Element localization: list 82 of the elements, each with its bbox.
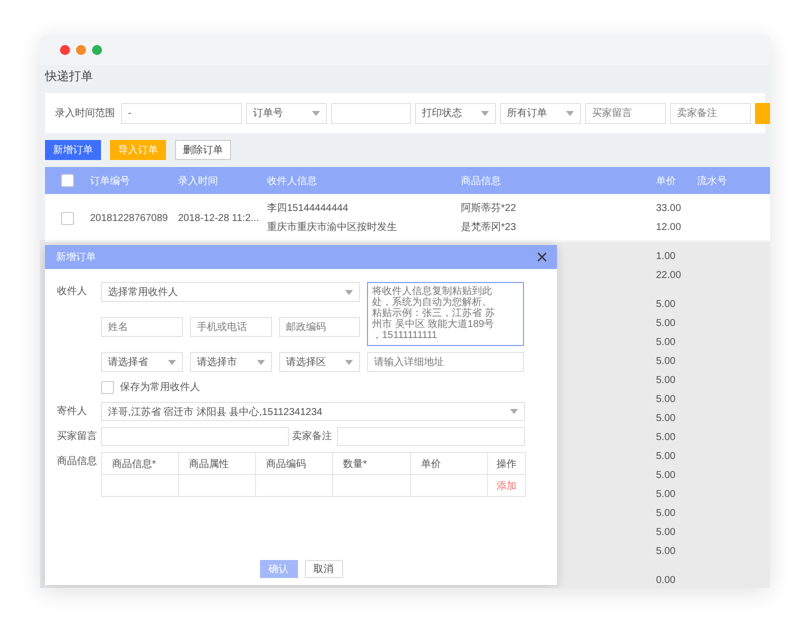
table-cell-text: 李四15144444444 bbox=[267, 202, 350, 216]
table-cell-text: 5.00 bbox=[656, 298, 676, 312]
table-cell-text: 阿斯蒂芬*22 bbox=[461, 202, 518, 216]
table-cell-text: 33.00 bbox=[656, 202, 682, 216]
column-header: 操作 bbox=[496, 458, 516, 470]
text-field[interactable] bbox=[331, 102, 411, 124]
column-header: 商品信息* bbox=[112, 458, 156, 470]
select-field[interactable]: 所有订单 bbox=[500, 102, 581, 124]
form-label: 寄件人 bbox=[57, 404, 88, 419]
text-field[interactable] bbox=[337, 427, 525, 446]
table-cell-text: 0.00 bbox=[656, 574, 676, 588]
column-header: 商品信息 bbox=[461, 174, 502, 188]
select-field[interactable]: 选择常用收件人 bbox=[101, 282, 360, 302]
table-cell-text: 12.00 bbox=[656, 221, 682, 235]
checkbox[interactable] bbox=[61, 212, 74, 224]
table-cell-text: 重庆市重庆市渝中区按时发生 bbox=[267, 220, 398, 235]
table-cell-text: 5.00 bbox=[656, 431, 676, 445]
table-cell: 20181228767089 bbox=[90, 212, 168, 224]
table-cell-text: 5.00 bbox=[656, 469, 676, 483]
table-cell-text: 5.00 bbox=[656, 317, 676, 331]
caret-icon bbox=[481, 110, 489, 116]
dialog-title: 新增订单 bbox=[56, 250, 96, 264]
select-field[interactable]: 请选择市 bbox=[190, 352, 272, 372]
toolbar-button[interactable]: 新增订单 bbox=[45, 140, 101, 160]
select-field[interactable]: 订单号 bbox=[246, 102, 327, 124]
column-header: 流水号 bbox=[697, 174, 728, 188]
select-field[interactable]: 洋哥,江苏省 宿迁市 沭阳县 县中心,15112341234 bbox=[101, 402, 525, 421]
form-label: 收件人 bbox=[57, 285, 88, 299]
caret-icon bbox=[510, 409, 518, 414]
caret-icon bbox=[168, 360, 176, 364]
text-field[interactable]: 请输入详细地址 bbox=[367, 352, 524, 372]
table-cell-text: 5.00 bbox=[656, 336, 676, 350]
checkbox[interactable] bbox=[101, 380, 114, 394]
text-field[interactable]: 买家留言 bbox=[585, 102, 666, 124]
text-field[interactable]: 手机或电话 bbox=[190, 317, 272, 337]
form-label: 买家留言 bbox=[57, 430, 98, 444]
column-header: 录入时间 bbox=[178, 174, 219, 188]
table-cell-text: 5.00 bbox=[656, 488, 676, 502]
caret-icon bbox=[345, 360, 353, 364]
caret-icon bbox=[257, 360, 265, 364]
table-cell: 2018-12-28 11:2... bbox=[178, 212, 259, 224]
column-header: 收件人信息 bbox=[267, 174, 318, 188]
table-cell-text: 5.00 bbox=[656, 545, 676, 559]
table-cell-text: 5.00 bbox=[656, 507, 676, 521]
checkbox-label: 保存为常用收件人 bbox=[120, 380, 200, 394]
column-header: 商品编码 bbox=[266, 458, 306, 470]
minimize-dot-icon[interactable] bbox=[76, 45, 86, 55]
close-icon[interactable] bbox=[537, 252, 547, 262]
table-cell-text: 5.00 bbox=[656, 412, 676, 426]
text-field[interactable]: 卖家备注 bbox=[670, 102, 751, 124]
table-cell-text: 是梵蒂冈*23 bbox=[461, 220, 518, 235]
select-field[interactable]: 打印状态 bbox=[415, 102, 496, 124]
filter-label: 录入时间范围 bbox=[55, 106, 115, 120]
text-field[interactable]: - bbox=[121, 102, 242, 124]
column-header: 商品属性 bbox=[189, 458, 229, 470]
dialog-button[interactable]: 取消 bbox=[304, 560, 342, 578]
paste-text-area[interactable]: 将收件人信息复制粘贴到此处，系统为自动为您解析。粘贴示例：张三，江苏省 苏州市 吴中区 致能大道189号，15111111111 bbox=[367, 282, 524, 346]
column-header: 数量* bbox=[343, 458, 367, 470]
column-header: 单价 bbox=[656, 174, 677, 188]
caret-icon bbox=[566, 110, 574, 116]
close-dot-icon[interactable] bbox=[60, 45, 70, 55]
select-field[interactable]: 请选择省 bbox=[101, 352, 183, 372]
checkbox[interactable] bbox=[61, 174, 74, 187]
text-field[interactable]: 邮政编码 bbox=[279, 317, 360, 337]
select-field[interactable]: 请选择区 bbox=[279, 352, 360, 372]
table-cell-text: 5.00 bbox=[656, 355, 676, 369]
text-field[interactable]: 姓名 bbox=[101, 317, 183, 337]
table-cell-text: 5.00 bbox=[656, 450, 676, 464]
page-title: 快递打单 bbox=[44, 68, 94, 85]
table-cell-text: 22.00 bbox=[656, 269, 682, 283]
text-field[interactable] bbox=[101, 427, 289, 446]
toolbar-button[interactable]: 删除订单 bbox=[175, 140, 231, 160]
column-header: 单价 bbox=[421, 458, 441, 470]
table-cell-text: 5.00 bbox=[656, 374, 676, 388]
table-cell-text: 5.00 bbox=[656, 526, 676, 540]
maximize-dot-icon[interactable] bbox=[92, 45, 102, 55]
caret-icon bbox=[312, 110, 320, 116]
form-label: 商品信息 bbox=[57, 454, 98, 469]
table-cell-text: 1.00 bbox=[656, 250, 676, 264]
form-label: 卖家备注 bbox=[292, 430, 333, 444]
table-cell-text: 5.00 bbox=[656, 393, 676, 407]
column-header: 订单编号 bbox=[90, 174, 131, 188]
